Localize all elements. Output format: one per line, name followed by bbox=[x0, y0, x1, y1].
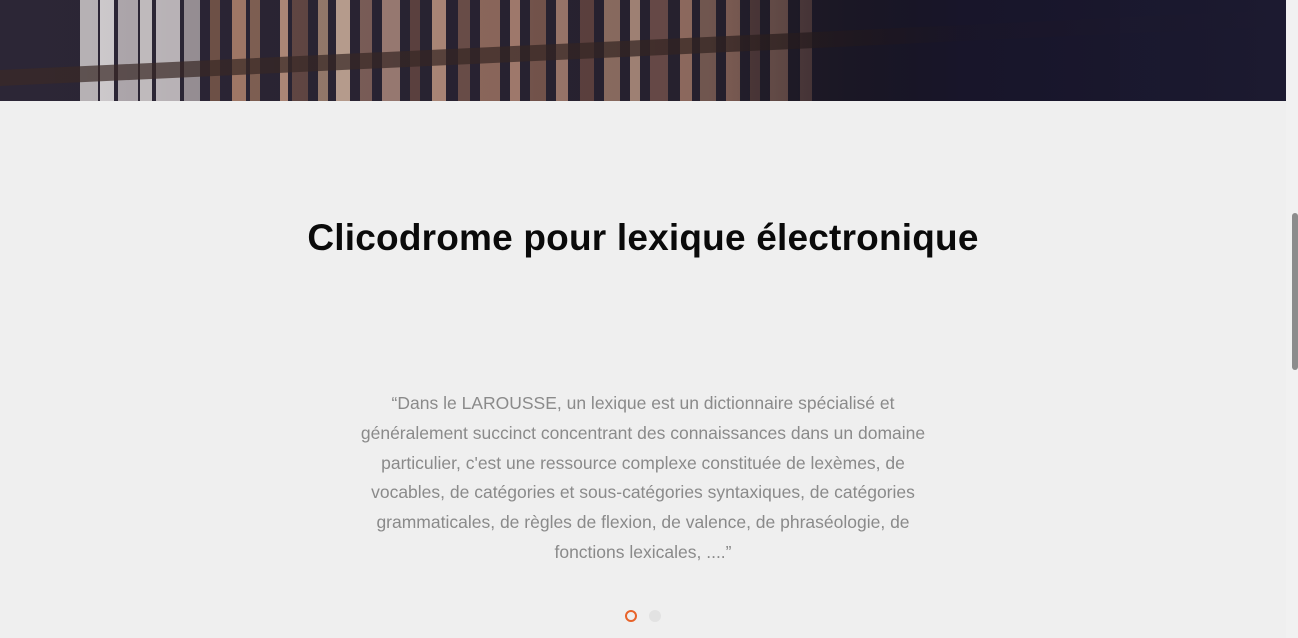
testimonial-quote: “Dans le LAROUSSE, un lexique est un dic… bbox=[360, 393, 926, 562]
page: Clicodrome pour lexique électronique “Da… bbox=[0, 0, 1298, 638]
bookshelf-illustration bbox=[0, 0, 1286, 101]
carousel-dot-2[interactable] bbox=[649, 610, 661, 622]
scrollbar-track[interactable] bbox=[1286, 0, 1298, 638]
content-section: Clicodrome pour lexique électronique “Da… bbox=[0, 101, 1286, 638]
carousel-dot-1[interactable] bbox=[625, 610, 637, 622]
carousel-pagination bbox=[0, 610, 1286, 622]
section-title: Clicodrome pour lexique électronique bbox=[307, 217, 979, 258]
scrollbar-thumb[interactable] bbox=[1292, 213, 1298, 370]
hero-banner-image bbox=[0, 0, 1286, 101]
